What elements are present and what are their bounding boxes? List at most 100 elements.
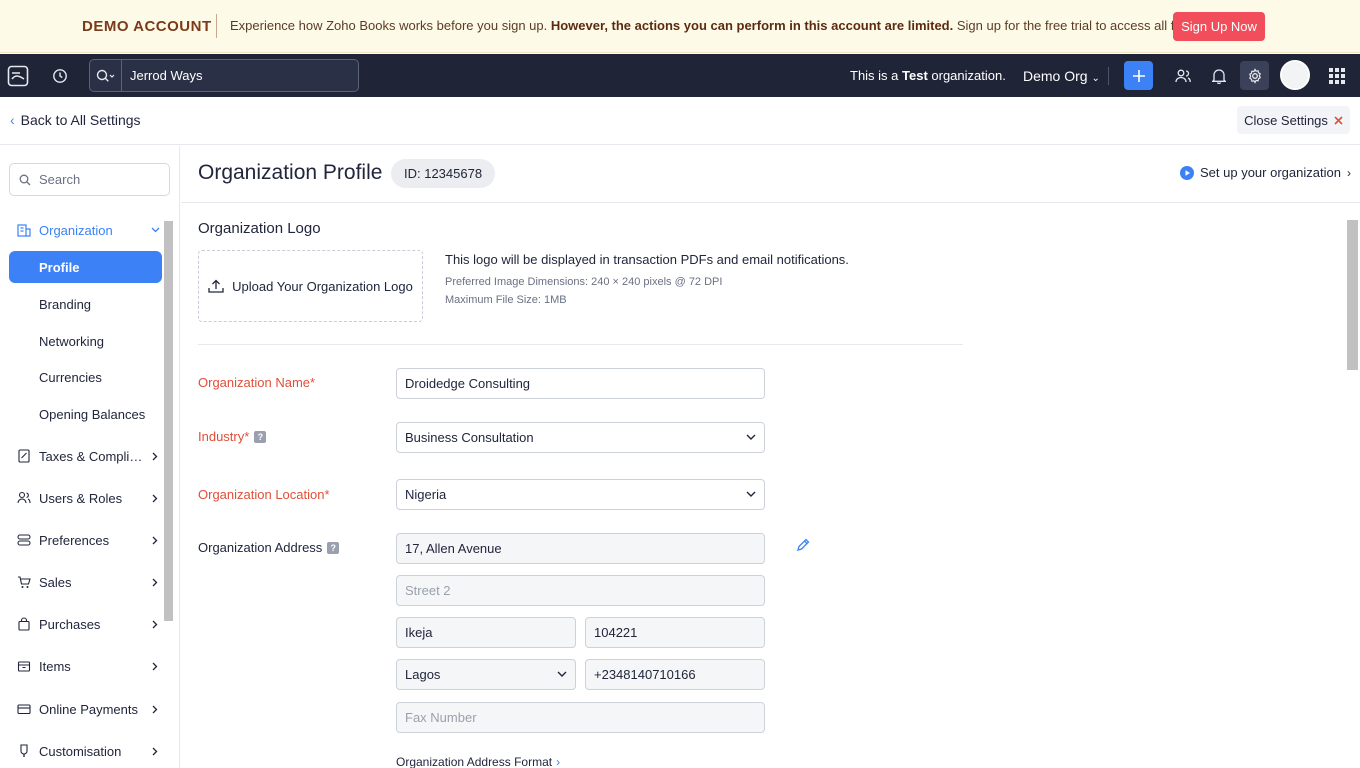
logo-section-title: Organization Logo: [198, 220, 321, 237]
street1-input[interactable]: 17, Allen Avenue: [396, 533, 765, 564]
sidebar-group-sales[interactable]: Sales: [9, 565, 162, 599]
help-icon[interactable]: ?: [327, 541, 340, 554]
demo-banner: DEMO ACCOUNT Experience how Zoho Books w…: [0, 0, 1360, 53]
chevron-right-icon: [148, 747, 162, 756]
address-label: Organization Address?: [198, 540, 340, 555]
nav-divider: [1108, 67, 1109, 85]
bell-icon[interactable]: [1210, 67, 1228, 85]
quick-create-button[interactable]: [1124, 61, 1153, 90]
search-icon[interactable]: [90, 60, 122, 91]
preferences-icon: [17, 533, 31, 547]
banner-divider: [216, 14, 217, 38]
upload-logo-button[interactable]: Upload Your Organization Logo: [198, 250, 423, 322]
org-name-label: Organization Name*: [198, 375, 316, 390]
sign-up-now-button[interactable]: Sign Up Now: [1173, 12, 1265, 41]
chevron-down-icon: [746, 434, 756, 440]
demo-account-title: DEMO ACCOUNT: [82, 18, 212, 35]
chevron-right-icon: [148, 578, 162, 587]
chevron-down-icon: [746, 491, 756, 497]
city-input[interactable]: Ikeja: [396, 617, 576, 648]
chevron-right-icon: [148, 494, 162, 503]
gear-icon: [1248, 67, 1261, 84]
building-icon: [17, 223, 31, 237]
chevron-left-icon: ‹: [10, 112, 15, 128]
sidebar-search-input[interactable]: Search: [9, 163, 170, 196]
logo-filesize-text: Maximum File Size: 1MB: [445, 294, 567, 306]
help-icon[interactable]: ?: [254, 430, 267, 443]
location-label: Organization Location*: [198, 487, 330, 502]
sidebar-item-opening-balances[interactable]: Opening Balances: [9, 398, 162, 430]
chevron-right-icon: [148, 620, 162, 629]
sidebar-group-customisation[interactable]: Customisation: [9, 734, 162, 768]
logo-info-text: This logo will be displayed in transacti…: [445, 252, 849, 267]
global-search[interactable]: Jerrod Ways: [89, 59, 359, 92]
search-icon: [19, 174, 31, 185]
org-id-badge: ID: 12345678: [391, 159, 496, 188]
close-icon: [1334, 115, 1343, 125]
sidebar-item-currencies[interactable]: Currencies: [9, 361, 162, 393]
chevron-down-icon: [557, 671, 567, 677]
tax-icon: [17, 449, 31, 463]
play-icon: [1180, 165, 1194, 180]
bag-icon: [17, 617, 31, 631]
chevron-down-icon: ⌄: [1091, 73, 1100, 84]
cart-icon: [17, 575, 31, 589]
sidebar-group-online-payments[interactable]: Online Payments: [9, 692, 162, 726]
sidebar-group-users-roles[interactable]: Users & Roles: [9, 481, 162, 515]
org-name-input[interactable]: Droidedge Consulting: [396, 368, 765, 399]
address-format-link[interactable]: Organization Address Format ›: [396, 755, 560, 768]
chevron-right-icon: [148, 705, 162, 714]
org-switcher[interactable]: Demo Org ⌄: [1023, 68, 1100, 84]
logo-dimensions-text: Preferred Image Dimensions: 240 × 240 pi…: [445, 276, 723, 288]
chevron-right-icon: ›: [1346, 165, 1351, 180]
settings-header: ‹ Back to All Settings Close Settings: [0, 97, 1360, 145]
top-navbar: Jerrod Ways This is a Test organization.…: [0, 54, 1360, 97]
recent-history-icon[interactable]: [51, 67, 69, 85]
fax-input[interactable]: Fax Number: [396, 702, 765, 733]
chevron-right-icon: ›: [556, 755, 561, 768]
sidebar-group-organization[interactable]: Organization: [9, 213, 162, 247]
box-icon: [17, 659, 31, 673]
street2-input[interactable]: Street 2: [396, 575, 765, 606]
industry-select[interactable]: Business Consultation: [396, 422, 765, 453]
settings-sidebar: Search Organization Profile Branding Net…: [0, 146, 180, 768]
section-divider: [198, 344, 963, 345]
phone-input[interactable]: +2348140710166: [585, 659, 765, 690]
chevron-down-icon: [148, 227, 162, 233]
page-title: Organization Profile: [198, 161, 383, 184]
industry-label: Industry*?: [198, 429, 267, 444]
users-icon: [17, 491, 31, 505]
sidebar-group-purchases[interactable]: Purchases: [9, 607, 162, 641]
chevron-right-icon: [148, 662, 162, 671]
sidebar-item-networking[interactable]: Networking: [9, 325, 162, 357]
close-settings-button[interactable]: Close Settings: [1237, 106, 1350, 134]
location-select[interactable]: Nigeria: [396, 479, 765, 510]
plus-icon: [1132, 69, 1145, 82]
banner-message: Experience how Zoho Books works before y…: [230, 18, 1222, 33]
sidebar-group-items[interactable]: Items: [9, 649, 162, 683]
edit-pencil-icon[interactable]: [796, 538, 810, 555]
state-select[interactable]: Lagos: [396, 659, 576, 690]
sidebar-item-profile[interactable]: Profile: [9, 251, 162, 283]
card-icon: [17, 702, 31, 716]
user-avatar[interactable]: [1280, 60, 1310, 90]
page-header: Organization Profile ID: 12345678 Set up…: [181, 146, 1360, 203]
sidebar-item-branding[interactable]: Branding: [9, 288, 162, 320]
settings-gear-button[interactable]: [1240, 61, 1269, 90]
setup-organization-link[interactable]: Set up your organization ›: [1180, 165, 1351, 180]
chevron-right-icon: [148, 536, 162, 545]
main-scrollbar[interactable]: [1347, 220, 1358, 370]
app-logo-icon[interactable]: [7, 65, 29, 87]
sidebar-group-preferences[interactable]: Preferences: [9, 523, 162, 557]
sidebar-scrollbar[interactable]: [164, 221, 173, 621]
back-to-settings-link[interactable]: ‹ Back to All Settings: [10, 112, 141, 128]
chevron-right-icon: [148, 452, 162, 461]
sidebar-group-taxes[interactable]: Taxes & Complian...: [9, 439, 162, 473]
zip-input[interactable]: 104221: [585, 617, 765, 648]
app-grid-icon[interactable]: [1328, 67, 1346, 85]
search-input[interactable]: Jerrod Ways: [122, 68, 202, 83]
upload-icon: [208, 279, 224, 293]
test-org-notice: This is a Test organization.: [850, 68, 1006, 83]
users-icon[interactable]: [1174, 67, 1192, 85]
brush-icon: [17, 744, 31, 758]
